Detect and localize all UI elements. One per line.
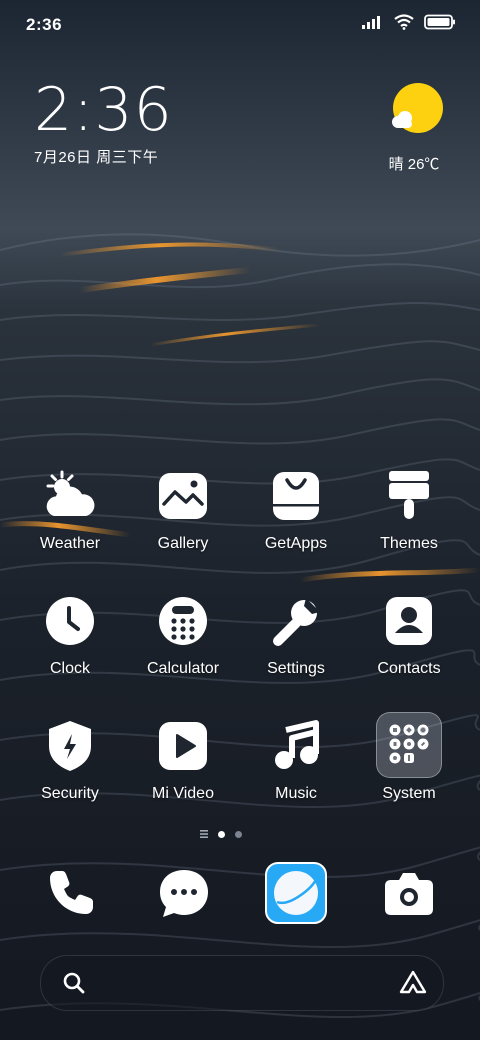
assistant-icon[interactable]: [399, 970, 427, 996]
music-icon: [268, 718, 324, 774]
search-icon: [63, 972, 85, 994]
dock-camera[interactable]: [378, 862, 440, 924]
app-label: Security: [41, 785, 99, 802]
weather-widget[interactable]: 晴 26℃: [386, 82, 446, 174]
dock-browser[interactable]: [265, 862, 327, 924]
sunny-icon: [392, 83, 443, 133]
browser-icon: [265, 862, 327, 924]
mi-video-icon: [155, 718, 211, 774]
battery-icon: [424, 14, 455, 30]
app-label: Calculator: [146, 660, 220, 677]
calculator-icon: [155, 593, 211, 649]
signal-icon: [362, 16, 380, 29]
app-calculator[interactable]: Calculator: [127, 593, 239, 678]
status-time: 2:36: [26, 15, 63, 34]
clock-icon: [42, 593, 98, 649]
app-label: GetApps: [264, 535, 328, 552]
status-icons: [362, 14, 456, 30]
dock-messaging[interactable]: [153, 862, 215, 924]
app-system-folder[interactable]: System: [353, 712, 465, 803]
app-label: System: [382, 785, 436, 802]
app-label: Music: [275, 785, 317, 802]
app-weather[interactable]: Weather: [14, 468, 126, 553]
app-label: Weather: [39, 535, 101, 552]
weather-summary: 晴 26℃: [382, 153, 446, 174]
page-dot-active: [218, 830, 225, 838]
dock-phone[interactable]: [40, 862, 102, 924]
list-icon: [200, 830, 208, 838]
app-clock[interactable]: Clock: [14, 593, 126, 678]
gallery-icon: [155, 468, 211, 524]
camera-icon: [385, 873, 433, 915]
folder-background: [376, 712, 442, 778]
search-bar[interactable]: [40, 955, 444, 1011]
clock-time: 2:36: [34, 75, 173, 145]
messaging-icon: [160, 870, 208, 917]
app-label: Settings: [267, 660, 325, 677]
app-security[interactable]: Security: [14, 718, 126, 803]
app-settings[interactable]: Settings: [240, 593, 352, 678]
themes-icon: [381, 468, 437, 524]
wifi-icon: [394, 14, 414, 30]
clock-date: 7月26日 周三下午: [34, 149, 159, 166]
app-gallery[interactable]: Gallery: [127, 468, 239, 553]
status-bar: 2:36: [0, 0, 480, 50]
clock-widget[interactable]: 2:36 7月26日 周三下午: [34, 78, 173, 167]
weather-icon: [42, 468, 98, 524]
folder-icon: [376, 712, 442, 778]
app-label: Gallery: [157, 535, 209, 552]
contacts-icon: [381, 593, 437, 649]
app-music[interactable]: Music: [240, 718, 352, 803]
getapps-icon: [268, 468, 324, 524]
settings-icon: [268, 593, 324, 649]
app-label: Clock: [49, 660, 90, 677]
phone-icon: [50, 871, 93, 914]
app-themes[interactable]: Themes: [353, 468, 465, 553]
security-icon: [42, 718, 98, 774]
page-dot: [235, 830, 242, 838]
app-label: Contacts: [377, 660, 441, 677]
app-getapps[interactable]: GetApps: [240, 468, 352, 553]
weather-condition: 晴: [388, 156, 404, 173]
page-indicator[interactable]: [200, 830, 242, 838]
app-label: Mi Video: [152, 785, 214, 802]
app-contacts[interactable]: Contacts: [353, 593, 465, 678]
app-mi-video[interactable]: Mi Video: [127, 718, 239, 803]
app-label: Themes: [380, 535, 438, 552]
weather-temperature: 26℃: [407, 156, 440, 173]
